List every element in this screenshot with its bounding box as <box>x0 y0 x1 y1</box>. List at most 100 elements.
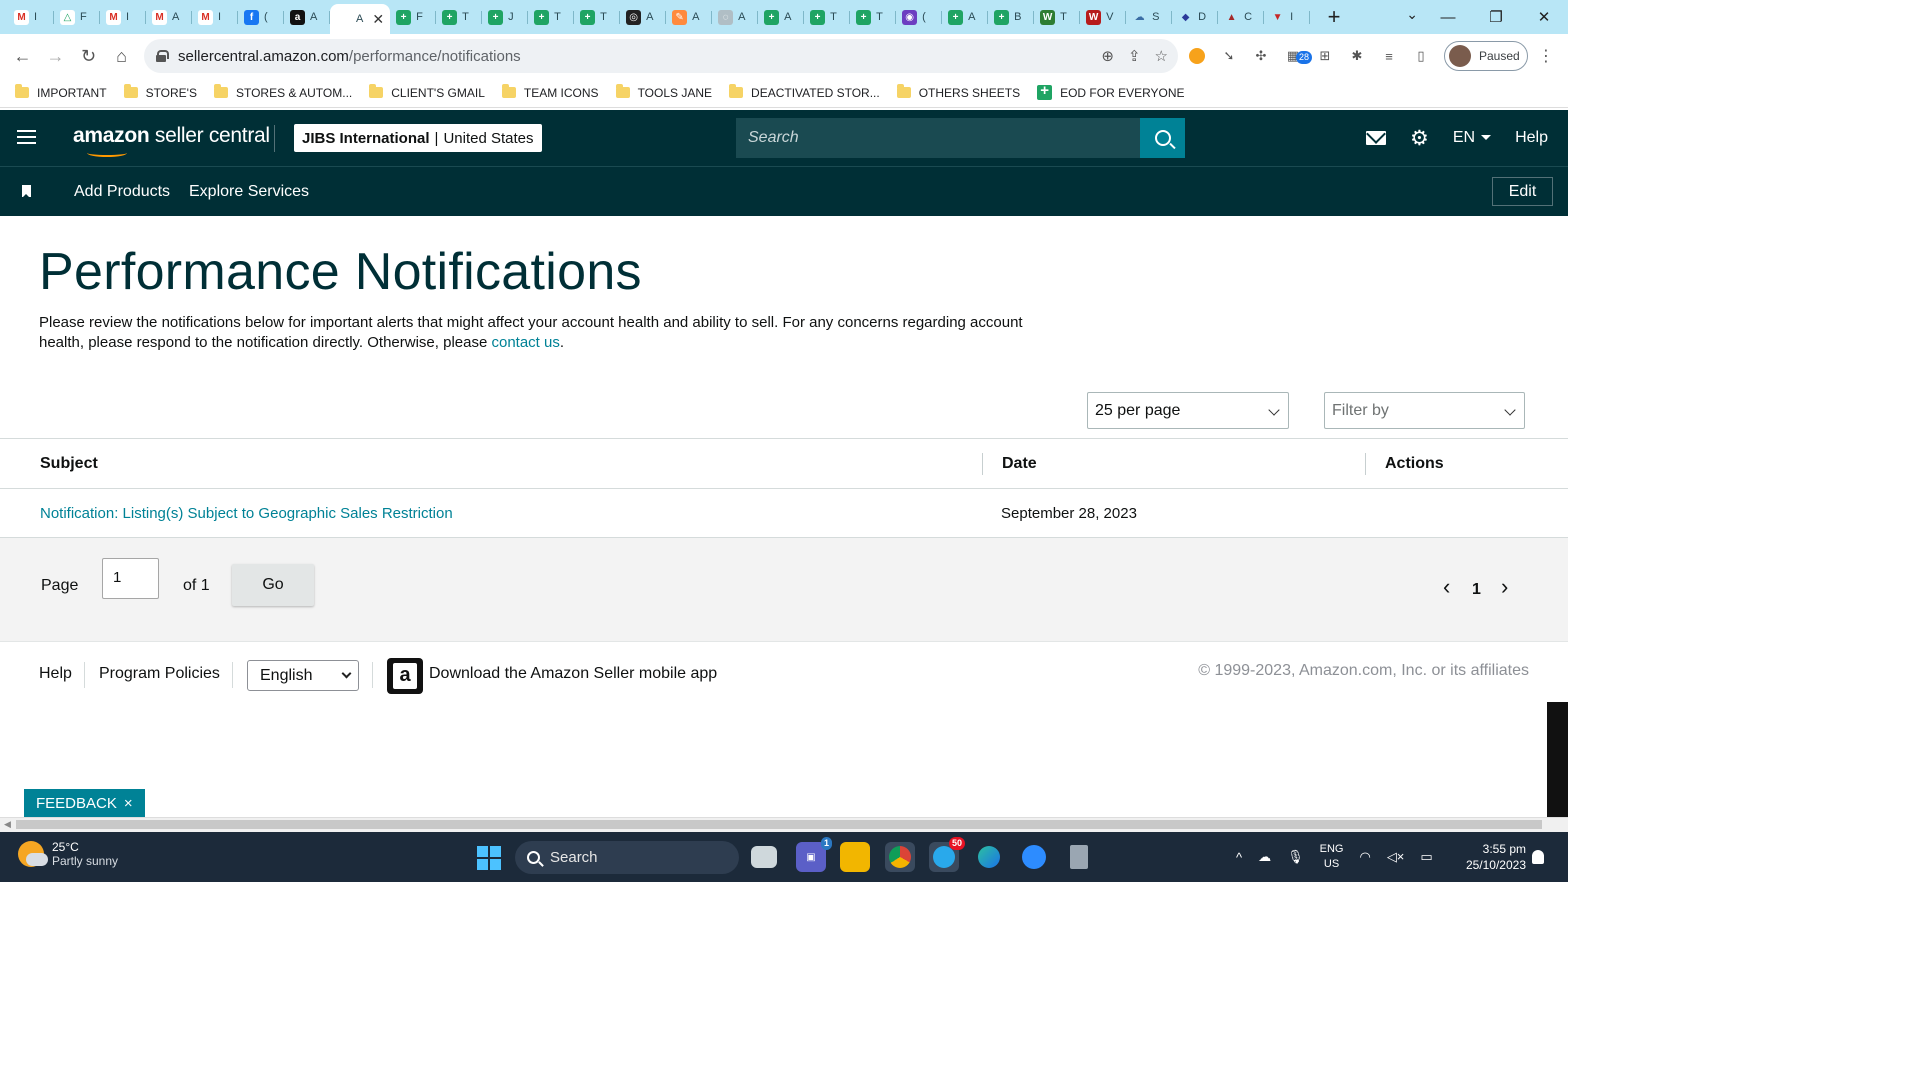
new-tab-icon[interactable]: + <box>1322 4 1346 30</box>
file-explorer-icon[interactable] <box>840 842 870 872</box>
extension-orange-icon[interactable] <box>1186 45 1208 67</box>
browser-tab[interactable]: MI <box>100 4 146 30</box>
browser-tab[interactable]: + J <box>482 4 529 30</box>
page-number-input[interactable]: 1 <box>102 558 159 599</box>
notification-subject-link[interactable]: Notification: Listing(s) Subject to Geog… <box>40 489 453 537</box>
task-view-icon[interactable] <box>751 846 777 868</box>
edge-icon[interactable] <box>974 842 1004 872</box>
profile-button[interactable]: Paused <box>1444 41 1528 71</box>
extension-arrow-icon[interactable]: ➘ <box>1218 45 1240 67</box>
browser-tab[interactable]: ◎ A <box>620 4 667 30</box>
microphone-icon[interactable]: 🎙 <box>1287 849 1304 865</box>
browser-tab[interactable]: + T <box>436 4 483 30</box>
browser-tab[interactable]: ◉( <box>896 4 943 30</box>
calendar-extension-icon[interactable]: ▦ 28 <box>1282 45 1312 67</box>
browser-tab[interactable]: WV <box>1080 4 1127 30</box>
go-button[interactable]: Go <box>232 564 314 606</box>
browser-tab[interactable]: + F <box>390 4 437 30</box>
side-panel-icon[interactable]: ▯ <box>1410 45 1432 67</box>
browser-tab[interactable]: ◌ A <box>712 4 759 30</box>
browser-tab[interactable]: aA <box>284 4 330 30</box>
download-app-link[interactable]: Download the Amazon Seller mobile app <box>429 665 717 683</box>
browser-tab[interactable]: f( <box>238 4 284 30</box>
bookmark-item[interactable]: STORES & AUTOM... <box>213 84 352 100</box>
language-selector[interactable]: EN <box>1453 129 1492 147</box>
calculator-icon[interactable] <box>1064 842 1094 872</box>
browser-tab[interactable]: ▲ C <box>1218 4 1265 30</box>
home-icon[interactable]: ⌂ <box>105 46 138 67</box>
teams-icon[interactable]: ▣ 1 <box>796 837 832 872</box>
close-icon[interactable]: × <box>124 795 133 812</box>
tab-search-icon[interactable]: ⌄ <box>1406 6 1418 23</box>
close-tab-icon[interactable]: ✕ <box>372 11 384 28</box>
reading-list-icon[interactable]: ≡ <box>1378 45 1400 67</box>
lock-icon[interactable] <box>156 50 169 62</box>
star-icon[interactable]: ☆ <box>1155 47 1168 65</box>
browser-tab[interactable]: △ F <box>54 4 100 30</box>
browser-tab[interactable]: MA <box>146 4 192 30</box>
bookmark-item[interactable]: CLIENT'S GMAIL <box>369 84 485 100</box>
column-header-date[interactable]: Date <box>1002 439 1037 488</box>
bookmark-item[interactable]: IMPORTANT <box>15 84 107 100</box>
zoom-icon[interactable]: ⊕ <box>1101 47 1114 65</box>
minimize-icon[interactable]: — <box>1424 9 1472 26</box>
browser-tab[interactable]: MI <box>8 4 54 30</box>
messages-icon[interactable] <box>1366 131 1387 145</box>
footer-language-select[interactable]: English <box>247 660 359 691</box>
reload-icon[interactable]: ↻ <box>72 46 105 67</box>
settings-gear-icon[interactable]: ⚙ <box>1410 128 1429 149</box>
show-hidden-icons-icon[interactable]: ^ <box>1236 850 1242 865</box>
horizontal-scrollbar[interactable]: ◀ <box>0 817 1568 832</box>
browser-tab[interactable]: MI <box>192 4 238 30</box>
close-window-icon[interactable]: ✕ <box>1520 8 1568 26</box>
puzzle-icon[interactable]: ✱ <box>1346 45 1368 67</box>
share-icon[interactable]: ⇪ <box>1128 47 1141 65</box>
footer-help-link[interactable]: Help <box>39 665 72 683</box>
input-language-indicator[interactable]: ENG US <box>1320 842 1344 872</box>
taskbar-search[interactable]: Search <box>515 841 739 874</box>
bookmark-item[interactable]: OTHERS SHEETS <box>896 84 1020 100</box>
onedrive-cloud-icon[interactable]: ☁ <box>1258 849 1271 865</box>
weather-widget[interactable]: 25°C Partly sunny <box>18 840 118 868</box>
feedback-button[interactable]: FEEDBACK × <box>24 789 145 817</box>
browser-tab[interactable]: + T <box>850 4 897 30</box>
browser-tab-active[interactable]: A ✕ <box>330 4 391 34</box>
bookmark-item[interactable]: TEAM ICONS <box>501 84 599 100</box>
browser-menu-icon[interactable]: ⋮ <box>1538 46 1554 66</box>
browser-tab[interactable]: ☁ S <box>1126 4 1173 30</box>
bookmark-item[interactable]: EOD FOR EVERYONE <box>1037 82 1185 100</box>
contact-us-link[interactable]: contact us <box>491 334 559 351</box>
menu-icon[interactable] <box>17 130 36 144</box>
extension-compass-icon[interactable]: ✣ <box>1250 45 1272 67</box>
browser-tab[interactable]: + A <box>942 4 989 30</box>
account-switcher[interactable]: JIBS International | United States <box>294 124 542 152</box>
browser-tab[interactable]: + T <box>804 4 851 30</box>
amazon-app-icon[interactable]: a <box>387 658 423 694</box>
scroll-left-icon[interactable]: ◀ <box>4 819 11 830</box>
extension-grid-icon[interactable]: ⊞ <box>1314 45 1336 67</box>
wifi-icon[interactable]: ◠ <box>1359 849 1370 865</box>
bookmark-icon[interactable] <box>22 185 31 198</box>
edit-button[interactable]: Edit <box>1492 177 1553 206</box>
scrollbar-thumb[interactable] <box>16 820 1542 829</box>
amazon-seller-central-logo[interactable]: amazon seller central <box>73 124 270 157</box>
previous-page-icon[interactable]: ‹ <box>1443 574 1450 600</box>
notifications-bell-icon[interactable] <box>1532 850 1544 864</box>
browser-tab[interactable]: ▼ I <box>1264 4 1311 30</box>
taskbar-clock[interactable]: 3:55 pm 25/10/2023 <box>1458 841 1526 873</box>
search-input[interactable]: Search <box>736 118 1140 158</box>
muted-speaker-icon[interactable]: ◁× <box>1387 849 1405 865</box>
telegram-icon[interactable]: 50 <box>929 837 965 872</box>
address-bar[interactable]: sellercentral.amazon.com/performance/not… <box>144 39 1178 73</box>
browser-tab[interactable]: ✎ A <box>666 4 713 30</box>
bookmark-item[interactable]: STORE'S <box>123 84 197 100</box>
next-page-icon[interactable]: › <box>1501 574 1508 600</box>
column-header-subject[interactable]: Subject <box>40 439 98 488</box>
browser-tab[interactable]: WT <box>1034 4 1081 30</box>
help-link[interactable]: Help <box>1515 129 1548 147</box>
back-icon[interactable]: ← <box>6 46 39 67</box>
browser-tab[interactable]: + B <box>988 4 1035 30</box>
zoom-icon[interactable] <box>1019 842 1049 872</box>
explore-services-link[interactable]: Explore Services <box>189 183 309 201</box>
battery-icon[interactable]: ▭ <box>1420 849 1432 865</box>
